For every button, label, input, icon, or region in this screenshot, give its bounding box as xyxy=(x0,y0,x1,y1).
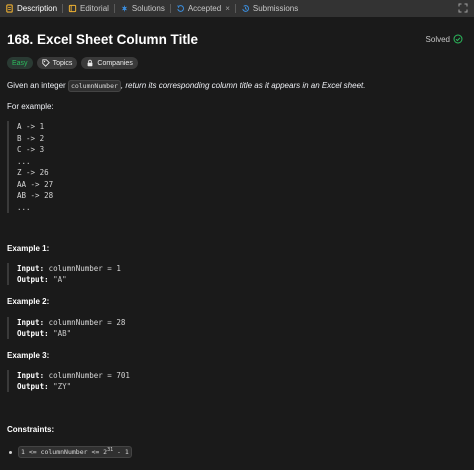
bullet-dot xyxy=(9,450,12,454)
topics-button[interactable]: Topics xyxy=(36,57,78,69)
submissions-icon xyxy=(242,5,249,12)
companies-button[interactable]: Companies xyxy=(81,57,138,69)
tab-label: Submissions xyxy=(252,4,299,13)
code-line: ... xyxy=(17,202,31,212)
statement-text: , return its corresponding column title … xyxy=(120,81,366,90)
tab-label: Accepted xyxy=(187,4,222,13)
companies-label: Companies xyxy=(97,59,133,67)
problem-title[interactable]: 168. Excel Sheet Column Title xyxy=(7,31,198,49)
title-row: 168. Excel Sheet Column Title Solved xyxy=(7,31,467,49)
code-line: A -> 1 xyxy=(17,122,45,131)
tab-label: Solutions xyxy=(131,4,165,13)
constraints-heading: Constraints: xyxy=(7,425,55,434)
example-heading: Example 1: xyxy=(7,244,50,253)
accepted-icon xyxy=(177,5,184,12)
example-input: Input: columnNumber = 1 xyxy=(17,264,121,273)
code-line: B -> 2 xyxy=(17,133,45,143)
tab-label: Description xyxy=(17,4,58,13)
example-output: Output: "ZY" xyxy=(17,382,72,391)
code-line: C -> 3 xyxy=(17,145,45,154)
difficulty-badge: Easy xyxy=(7,57,33,69)
code-line: AA -> 27 xyxy=(17,179,54,189)
for-example-label: For example: xyxy=(7,102,54,111)
tab-submissions[interactable]: Submissions xyxy=(236,0,303,17)
tab-solutions[interactable]: Solutions xyxy=(115,0,170,17)
solutions-icon xyxy=(121,4,128,13)
tab-accepted[interactable]: Accepted × xyxy=(171,0,235,17)
example-input: Input: columnNumber = 28 xyxy=(17,318,126,327)
topics-label: Topics xyxy=(52,59,73,67)
description-icon xyxy=(6,4,13,13)
example-heading: Example 2: xyxy=(7,297,50,306)
expand-icon[interactable] xyxy=(458,3,468,13)
tab-bar: Description Editorial Solutions Accepted… xyxy=(0,0,474,17)
solved-status: Solved xyxy=(426,34,463,44)
tag-icon xyxy=(41,59,50,67)
code-line: Z -> 26 xyxy=(17,168,49,177)
constraint-code: 1 <= columnNumber <= 231 - 1 xyxy=(18,446,132,458)
tab-description[interactable]: Description xyxy=(0,0,62,17)
solved-label: Solved xyxy=(425,34,450,44)
example-heading: Example 3: xyxy=(7,351,50,360)
code-line: AB -> 28 xyxy=(17,191,54,200)
tab-editorial[interactable]: Editorial xyxy=(63,0,114,17)
statement-text: Given an integer xyxy=(7,81,68,90)
example-output: Output: "A" xyxy=(17,275,67,284)
example-block: Input: columnNumber = 1 Output: "A" xyxy=(7,263,464,285)
check-circle-icon xyxy=(453,34,463,44)
inline-code: columnNumber xyxy=(67,80,121,92)
example-block: Input: columnNumber = 28 Output: "AB" xyxy=(7,317,464,339)
lock-icon xyxy=(88,59,93,67)
code-line: ... xyxy=(17,156,31,166)
tab-label: Editorial xyxy=(80,4,109,13)
example-input: Input: columnNumber = 701 xyxy=(17,371,130,380)
constraint-item: 1 <= columnNumber <= 231 - 1 xyxy=(9,446,132,458)
tag-row: Easy Topics Companies xyxy=(7,57,138,69)
problem-statement: Given an integer columnNumber, return it… xyxy=(7,80,366,92)
editorial-icon xyxy=(68,4,77,13)
example-block: Input: columnNumber = 701 Output: "ZY" xyxy=(7,370,464,392)
example-output: Output: "AB" xyxy=(17,329,72,338)
mapping-code-block: A -> 1 B -> 2 C -> 3 ... Z -> 26 AA -> 2… xyxy=(7,121,464,213)
close-icon[interactable]: × xyxy=(225,4,230,13)
